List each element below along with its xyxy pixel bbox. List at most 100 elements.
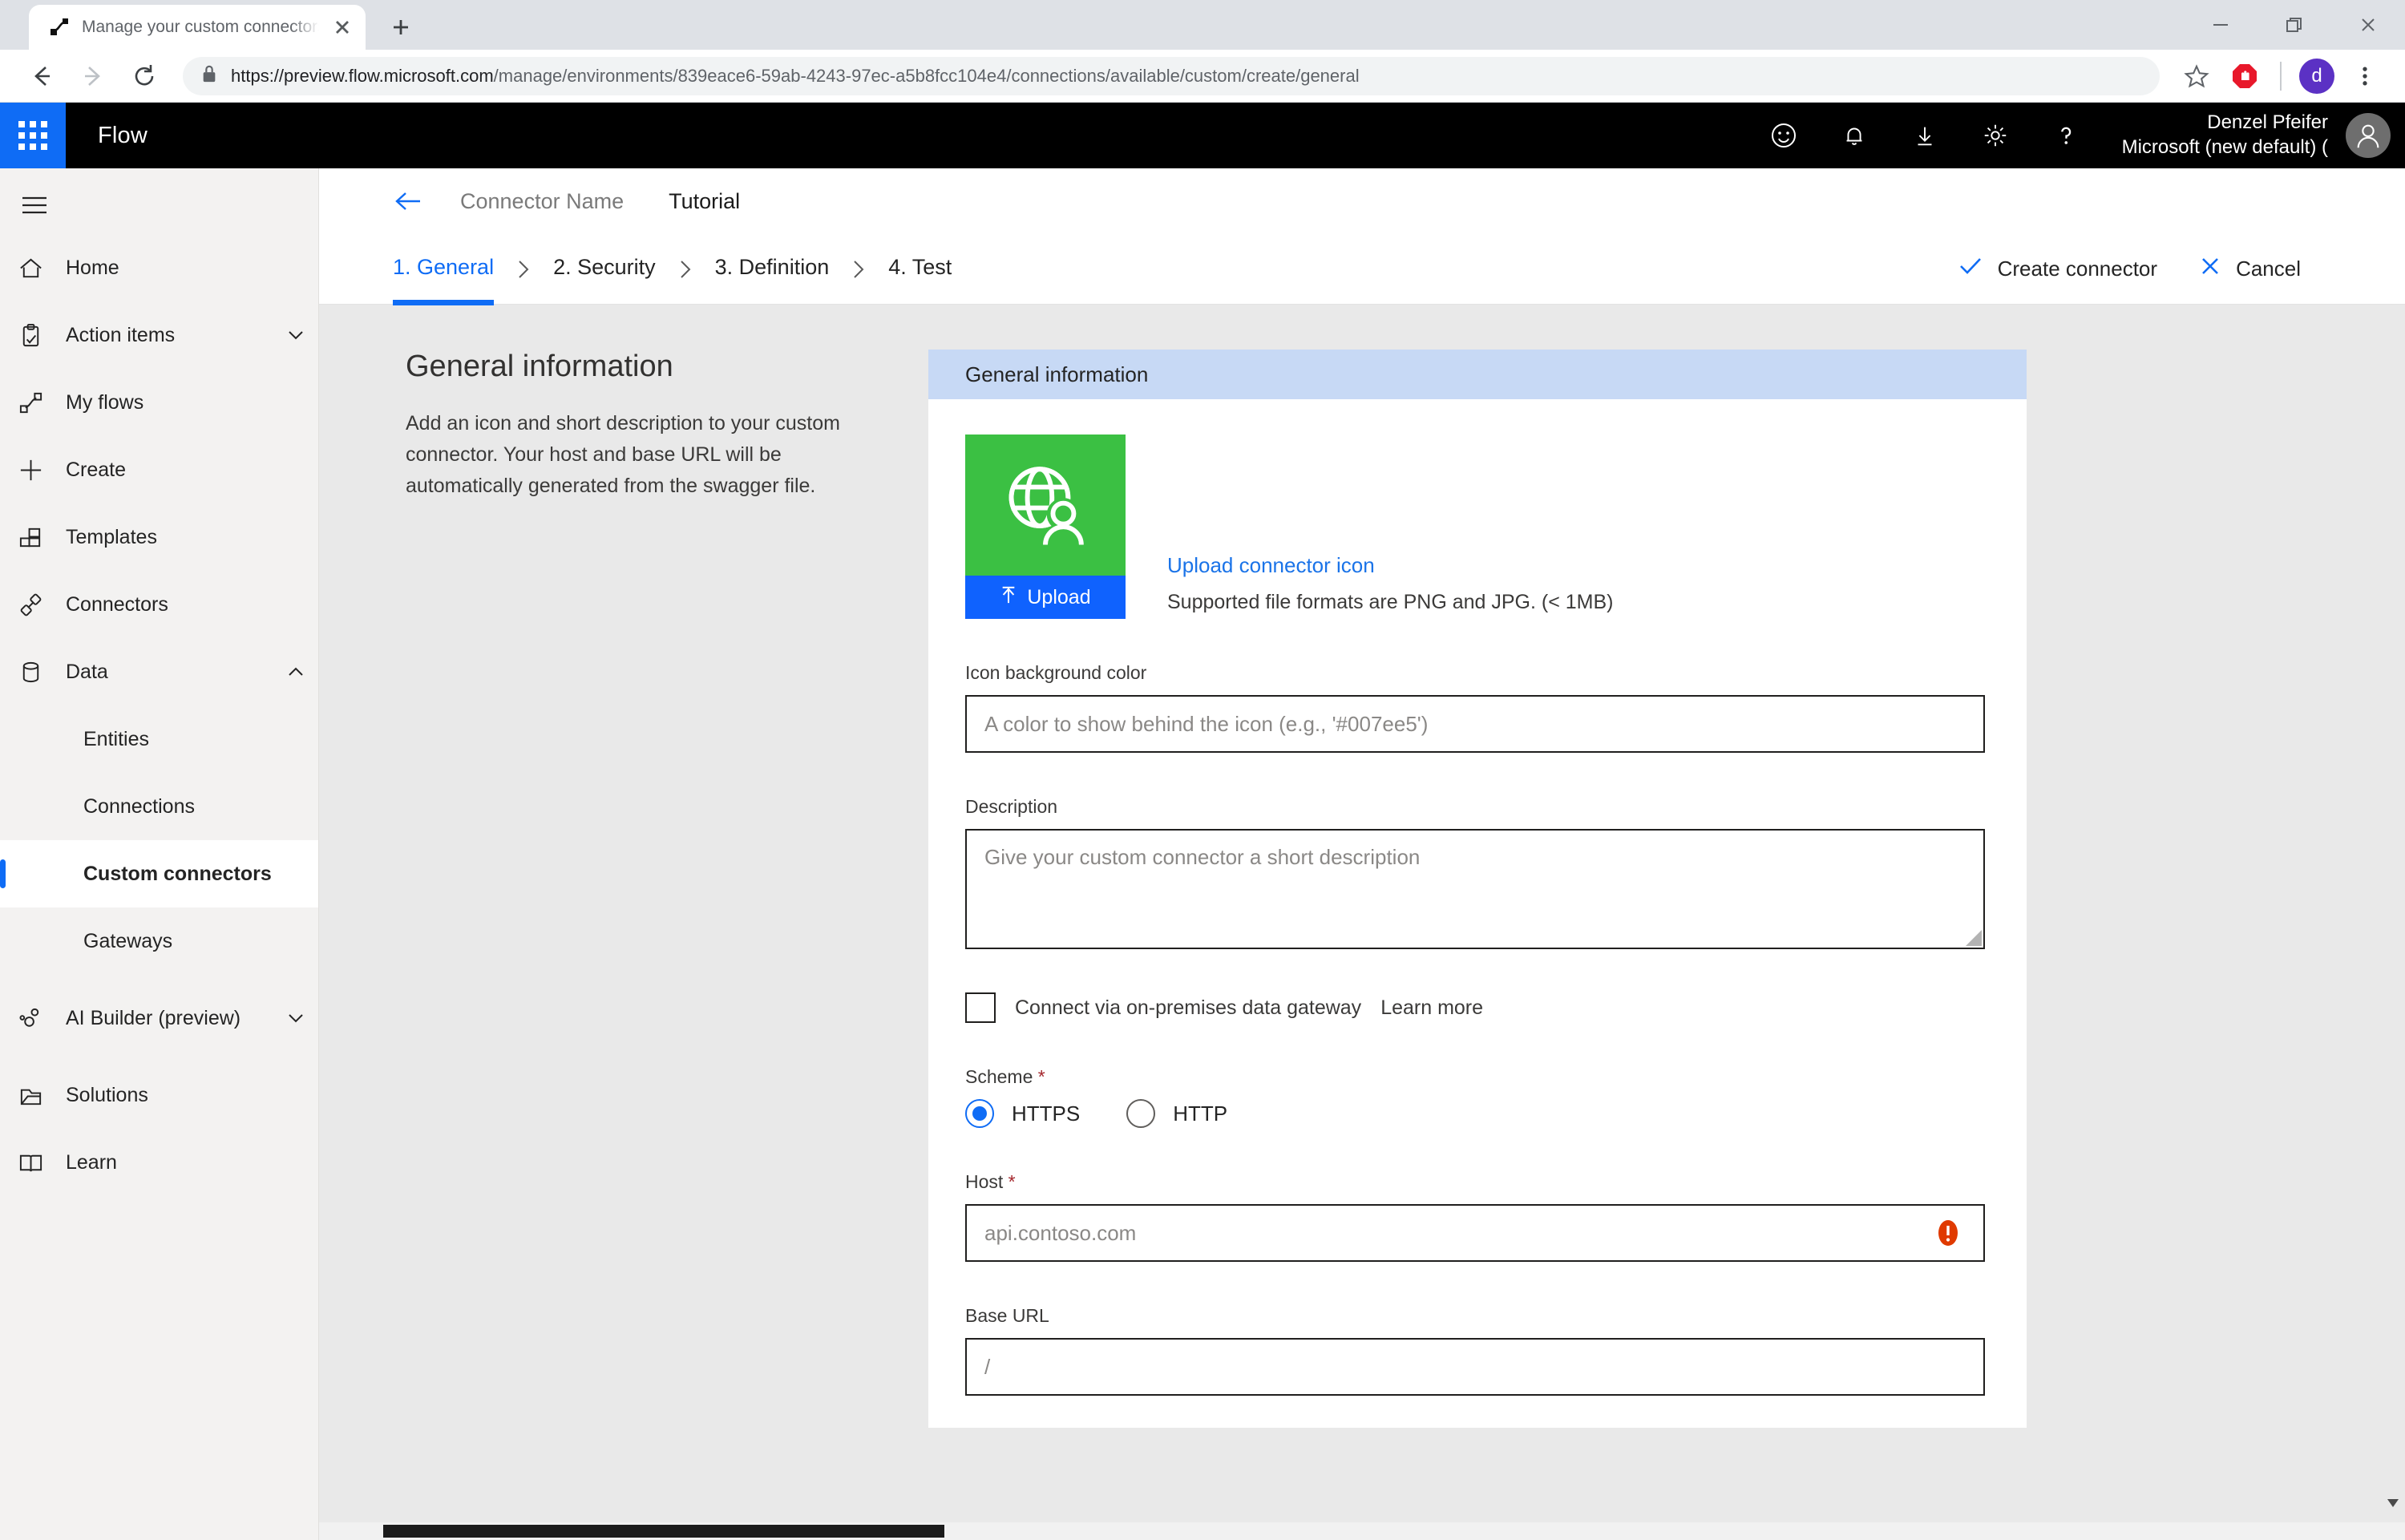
sidebar-item-solutions[interactable]: Solutions xyxy=(0,1061,318,1129)
hamburger-menu-icon[interactable] xyxy=(0,176,318,234)
user-info[interactable]: Denzel Pfeifer Microsoft (new default) ( xyxy=(2101,111,2346,160)
browser-tab[interactable]: Manage your custom connectors xyxy=(29,5,366,50)
browser-reload-icon[interactable] xyxy=(122,54,167,99)
form-panel-body: Upload Upload connector icon Supported f… xyxy=(928,399,2027,1428)
app-header: Flow Denzel Pfeifer Microsoft (new defau… xyxy=(0,103,2405,168)
content-area: General information Add an icon and shor… xyxy=(319,305,2405,1540)
address-bar[interactable]: https://preview.flow.microsoft.com/manag… xyxy=(183,56,2160,95)
gateway-checkbox-row: Connect via on-premises data gateway Lea… xyxy=(965,992,1985,1023)
scroll-down-arrow-icon[interactable] xyxy=(2386,1498,2400,1513)
new-tab-button[interactable] xyxy=(378,5,423,50)
sidebar-item-create[interactable]: Create xyxy=(0,436,318,503)
sidebar-item-data[interactable]: Data xyxy=(0,638,318,705)
download-icon[interactable] xyxy=(1890,103,1960,168)
gateway-learn-more-link[interactable]: Learn more xyxy=(1380,996,1483,1020)
chevron-right-icon xyxy=(515,257,532,281)
sidebar-item-my-flows[interactable]: My flows xyxy=(0,369,318,436)
home-icon xyxy=(18,255,66,281)
chevron-up-icon[interactable] xyxy=(273,661,318,682)
window-close-button[interactable] xyxy=(2331,0,2405,50)
upload-connector-icon-link[interactable]: Upload connector icon xyxy=(1167,553,1613,578)
sidebar-item-ai-builder[interactable]: AI Builder (preview) xyxy=(0,975,318,1061)
window-restore-button[interactable] xyxy=(2257,0,2331,50)
flow-favicon-icon xyxy=(50,17,71,38)
breadcrumb-connector-name: Connector Name xyxy=(460,188,624,213)
settings-gear-icon[interactable] xyxy=(1960,103,2031,168)
window-minimize-button[interactable] xyxy=(2184,0,2257,50)
notification-bell-icon[interactable] xyxy=(1819,103,1890,168)
description-placeholder: Give your custom connector a short descr… xyxy=(984,845,1421,869)
avatar[interactable] xyxy=(2346,113,2391,158)
cancel-button[interactable]: Cancel xyxy=(2199,255,2301,283)
sidebar-item-action-items[interactable]: Action items xyxy=(0,301,318,369)
base-url-placeholder: / xyxy=(984,1354,991,1379)
required-asterisk: * xyxy=(1033,1066,1045,1087)
globe-person-icon xyxy=(965,435,1126,576)
scheme-label: Scheme * xyxy=(965,1066,1985,1088)
sidebar-item-entities[interactable]: Entities xyxy=(0,705,318,773)
sidebar-item-label: Solutions xyxy=(66,1083,148,1106)
horizontal-scrollbar[interactable] xyxy=(319,1522,2405,1540)
sidebar-item-label: AI Builder (preview) xyxy=(66,1006,241,1029)
bookmark-star-icon[interactable] xyxy=(2176,55,2217,97)
icon-background-color-input[interactable]: A color to show behind the icon (e.g., '… xyxy=(965,695,1985,753)
browser-profile-avatar[interactable]: d xyxy=(2296,55,2338,97)
host-placeholder: api.contoso.com xyxy=(984,1220,1137,1245)
base-url-label: Base URL xyxy=(965,1305,1049,1326)
browser-back-icon[interactable] xyxy=(19,54,64,99)
gateway-checkbox[interactable] xyxy=(965,992,996,1023)
description-panel: General information Add an icon and shor… xyxy=(319,350,896,1540)
sidebar-item-connections[interactable]: Connections xyxy=(0,773,318,840)
form-panel: General information Upload Upload connec… xyxy=(928,350,2027,1428)
sidebar-item-custom-connectors[interactable]: Custom connectors xyxy=(0,840,318,907)
chevron-down-icon[interactable] xyxy=(273,1008,318,1029)
create-connector-button[interactable]: Create connector xyxy=(1958,255,2157,283)
templates-icon xyxy=(18,524,66,551)
scheme-radio-http[interactable] xyxy=(1126,1099,1156,1128)
database-icon xyxy=(18,659,66,685)
tab-definition[interactable]: 3. Definition xyxy=(715,255,830,283)
upload-icon-button[interactable]: Upload xyxy=(965,576,1126,619)
tab-test[interactable]: 4. Test xyxy=(888,255,952,283)
help-question-icon[interactable] xyxy=(2031,103,2101,168)
feedback-smiley-icon[interactable] xyxy=(1748,103,1819,168)
sidebar-item-label: Action items xyxy=(66,323,176,346)
sidebar-item-label: Connections xyxy=(83,794,195,818)
error-exclamation-icon xyxy=(1932,1217,1964,1249)
browser-menu-icon[interactable] xyxy=(2344,55,2386,97)
tab-security[interactable]: 2. Security xyxy=(553,255,656,283)
sidebar-item-learn[interactable]: Learn xyxy=(0,1129,318,1196)
description-textarea[interactable]: Give your custom connector a short descr… xyxy=(965,829,1985,949)
sidebar-item-label: Create xyxy=(66,458,127,481)
chevron-down-icon[interactable] xyxy=(273,325,318,346)
page-title: General information xyxy=(406,350,673,383)
tab-general[interactable]: 1. General xyxy=(393,255,495,305)
sidebar-item-label: Templates xyxy=(66,525,157,548)
back-arrow-icon[interactable] xyxy=(393,188,438,215)
sidebar-item-connectors[interactable]: Connectors xyxy=(0,571,318,638)
scheme-option-https-label: HTTPS xyxy=(1012,1101,1081,1126)
horizontal-scrollbar-thumb[interactable] xyxy=(383,1525,944,1538)
host-input[interactable]: api.contoso.com xyxy=(965,1204,1985,1262)
browser-forward-icon[interactable] xyxy=(71,54,115,99)
adblock-icon[interactable] xyxy=(2224,55,2266,97)
user-name: Denzel Pfeifer xyxy=(2207,111,2328,134)
base-url-input[interactable]: / xyxy=(965,1338,1985,1396)
upload-icon-meta: Upload connector icon Supported file for… xyxy=(1167,553,1613,619)
scheme-radio-https[interactable] xyxy=(965,1099,994,1128)
tab-close-icon[interactable] xyxy=(330,15,354,39)
icon-background-color-label: Icon background color xyxy=(965,662,1147,683)
app-brand-title[interactable]: Flow xyxy=(98,123,148,149)
sidebar-item-label: Home xyxy=(66,256,119,279)
app-body: Home Action items My flows Create Templa… xyxy=(0,168,2405,1540)
sidebar-item-templates[interactable]: Templates xyxy=(0,503,318,571)
connector-plug-icon xyxy=(18,592,66,618)
sidebar-item-home[interactable]: Home xyxy=(0,234,318,301)
sidebar-item-gateways[interactable]: Gateways xyxy=(0,907,318,975)
connector-icon-tile[interactable]: Upload xyxy=(965,435,1126,619)
host-label-text: Host xyxy=(965,1171,1004,1192)
host-field: Host * api.contoso.com xyxy=(965,1171,1985,1262)
waffle-icon[interactable] xyxy=(0,103,66,168)
breadcrumb: Connector Name Tutorial xyxy=(319,168,2405,234)
cancel-label: Cancel xyxy=(2236,257,2301,281)
